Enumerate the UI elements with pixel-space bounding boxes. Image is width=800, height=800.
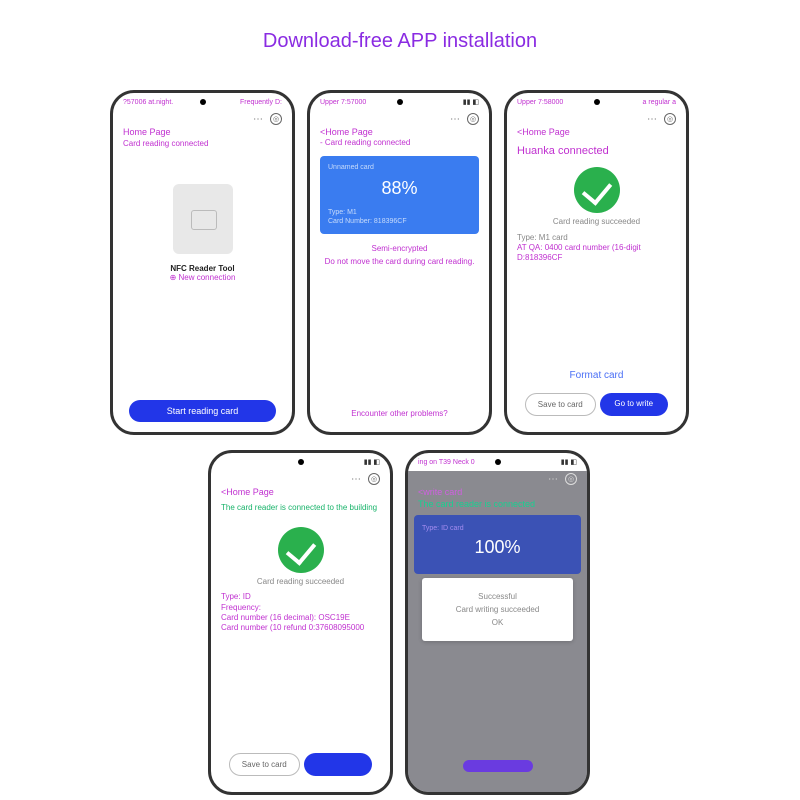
page-title: Download-free APP installation [0, 30, 800, 53]
camera-notch [397, 99, 403, 105]
row-top: ?57006 at.night. Frequently D: ⋯ ◎ Home … [110, 90, 689, 435]
info-cardnum10: Card number (10 refund 0:37608095000 [221, 623, 380, 633]
reading-card: Unnamed card 88% Type: M1 Card Number: 8… [320, 156, 479, 234]
more-icon[interactable]: ⋯ [351, 474, 360, 485]
write-card-link[interactable]: <write card [408, 487, 587, 499]
dialog-message: Card writing succeeded [428, 605, 567, 614]
atqa-info: AT QA: 0400 card number (16-digit D:8183… [517, 243, 641, 262]
dialog-title: Successful [428, 592, 567, 601]
camera-notch [298, 459, 304, 465]
new-connection-link[interactable]: ⊕ New connection [123, 273, 282, 282]
top-actions: ⋯ ◎ [507, 111, 686, 127]
status-left: Upper 7:58000 [517, 99, 563, 106]
target-icon[interactable]: ◎ [664, 113, 676, 125]
warning-text: Do not move the card during card reading… [320, 257, 479, 266]
modal-overlay: ⋯ ◎ <write card The card reader is conne… [408, 471, 587, 792]
phone-1: ?57006 at.night. Frequently D: ⋯ ◎ Home … [110, 90, 295, 435]
writing-card: Type: ID card 100% [414, 515, 581, 574]
target-icon[interactable]: ◎ [270, 113, 282, 125]
content-area: Huanka connected Card reading succeeded … [507, 139, 686, 432]
status-icons: ▮▮ ◧ [561, 458, 577, 466]
status-left: Upper 7:57000 [320, 99, 366, 106]
card-type: Type: M1 card [517, 233, 676, 243]
top-actions: ⋯ ◎ [113, 111, 292, 127]
content-area: NFC Reader Tool ⊕ New connection Start r… [113, 150, 292, 432]
bottom-buttons: Save to card Go to write [517, 389, 676, 428]
percent-label: 100% [422, 537, 573, 558]
card-type: Type: ID card [422, 525, 573, 533]
top-actions: ⋯ ◎ [408, 471, 587, 487]
connection-status: The card reader is connected to the buil… [221, 503, 380, 513]
target-icon[interactable]: ◎ [368, 473, 380, 485]
bottom-buttons: Save to card [221, 749, 380, 788]
connection-status: - Card reading connected [310, 139, 489, 150]
phone-5: ing on T39 Neck 0 ▮▮ ◧ ⋯ ◎ <write card T… [405, 450, 590, 795]
more-icon[interactable]: ⋯ [450, 114, 459, 125]
ok-button[interactable]: OK [428, 618, 567, 627]
card-type: Type: M1 [328, 209, 471, 217]
go-button[interactable] [304, 753, 373, 776]
save-button[interactable]: Save to card [525, 393, 596, 416]
content-area: The card reader is connected to the buil… [211, 499, 390, 792]
content-area: Unnamed card 88% Type: M1 Card Number: 8… [310, 150, 489, 432]
info-type: Type: ID [221, 592, 380, 602]
go-write-button[interactable]: Go to write [600, 393, 669, 416]
camera-notch [594, 99, 600, 105]
format-card-link[interactable]: Format card [517, 370, 676, 381]
start-reading-button[interactable]: Start reading card [129, 400, 276, 422]
bottom-button[interactable] [463, 760, 533, 772]
status-icons: ▮▮ ◧ [364, 458, 380, 466]
success-dialog: Successful Card writing succeeded OK [422, 578, 573, 641]
more-icon[interactable]: ⋯ [253, 114, 262, 125]
row-bottom: ▮▮ ◧ ⋯ ◎ <Home Page The card reader is c… [208, 450, 590, 795]
nfc-reader-icon [173, 184, 233, 254]
success-label: Card reading succeeded [221, 577, 380, 587]
info-freq: Frequency: [221, 603, 380, 613]
home-link[interactable]: Home Page [113, 127, 292, 139]
check-icon [574, 167, 620, 213]
percent-label: 88% [328, 178, 471, 199]
semi-encrypted-label: Semi-encrypted [320, 244, 479, 253]
check-icon [278, 527, 324, 573]
card-number: Card Number: 818396CF [328, 218, 471, 226]
problems-link[interactable]: Encounter other problems? [320, 409, 479, 418]
info-cardnum16: Card number (16 decimal): OSC19E [221, 613, 380, 623]
status-icons: ▮▮ ◧ [463, 98, 479, 106]
huanka-status: Huanka connected [517, 143, 676, 163]
status-left: ing on T39 Neck 0 [418, 459, 475, 466]
phone-2: Upper 7:57000 ▮▮ ◧ ⋯ ◎ <Home Page - Card… [307, 90, 492, 435]
target-icon[interactable]: ◎ [565, 473, 577, 485]
success-label: Card reading succeeded [517, 217, 676, 227]
phone-4: ▮▮ ◧ ⋯ ◎ <Home Page The card reader is c… [208, 450, 393, 795]
save-button[interactable]: Save to card [229, 753, 300, 776]
more-icon[interactable]: ⋯ [548, 474, 557, 485]
card-title: Unnamed card [328, 164, 471, 172]
connection-status: Card reading connected [113, 139, 292, 150]
target-icon[interactable]: ◎ [467, 113, 479, 125]
camera-notch [200, 99, 206, 105]
home-link[interactable]: <Home Page [507, 127, 686, 139]
connection-status: The card reader is connected [408, 499, 587, 511]
more-icon[interactable]: ⋯ [647, 114, 656, 125]
status-right: Frequently D: [240, 99, 282, 106]
top-actions: ⋯ ◎ [310, 111, 489, 127]
status-right: a regular a [643, 99, 676, 106]
phone-3: Upper 7:58000 a regular a ⋯ ◎ <Home Page… [504, 90, 689, 435]
top-actions: ⋯ ◎ [211, 471, 390, 487]
nfc-label: NFC Reader Tool [123, 264, 282, 273]
status-left: ?57006 at.night. [123, 99, 173, 106]
camera-notch [495, 459, 501, 465]
home-link[interactable]: <Home Page [211, 487, 390, 499]
